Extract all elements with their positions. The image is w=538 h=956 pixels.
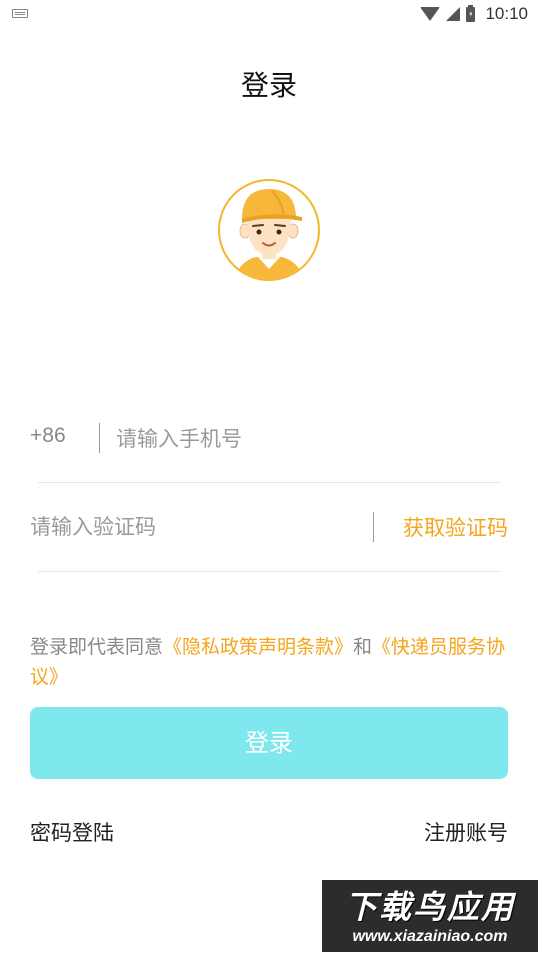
register-link[interactable]: 注册账号 xyxy=(424,817,508,847)
watermark-url: www.xiazainiao.com xyxy=(352,928,508,945)
keyboard-icon xyxy=(12,9,28,18)
get-code-button[interactable]: 获取验证码 xyxy=(403,512,508,542)
signal-icon xyxy=(446,7,461,21)
phone-input[interactable] xyxy=(116,422,496,456)
country-code[interactable]: +86 xyxy=(30,424,66,448)
status-icons: 10:10 xyxy=(420,4,528,24)
verification-code-input[interactable] xyxy=(30,510,360,544)
page-title: 登录 xyxy=(240,69,297,102)
phone-row: +86 xyxy=(30,418,508,460)
agreement-prefix: 登录即代表同意 xyxy=(30,636,164,658)
status-bar: 10:10 xyxy=(0,0,538,28)
battery-icon xyxy=(466,4,476,22)
agreement-text: 登录即代表同意《隐私政策声明条款》和《快递员服务协议》 xyxy=(30,632,514,692)
courier-avatar-icon xyxy=(218,179,320,281)
status-time: 10:10 xyxy=(485,4,528,23)
privacy-policy-link[interactable]: 《隐私政策声明条款》 xyxy=(163,636,353,658)
watermark-title: 下载鸟应用 xyxy=(344,888,515,926)
phone-divider xyxy=(38,482,501,483)
agreement-connector: 和 xyxy=(353,636,373,658)
watermark: 下载鸟应用 www.xiazainiao.com xyxy=(322,880,538,952)
get-code-divider xyxy=(373,512,374,542)
code-divider xyxy=(38,571,501,572)
password-login-link[interactable]: 密码登陆 xyxy=(30,817,114,847)
login-button[interactable]: 登录 xyxy=(30,707,508,779)
wifi-icon xyxy=(420,7,441,21)
country-code-divider xyxy=(99,423,100,453)
